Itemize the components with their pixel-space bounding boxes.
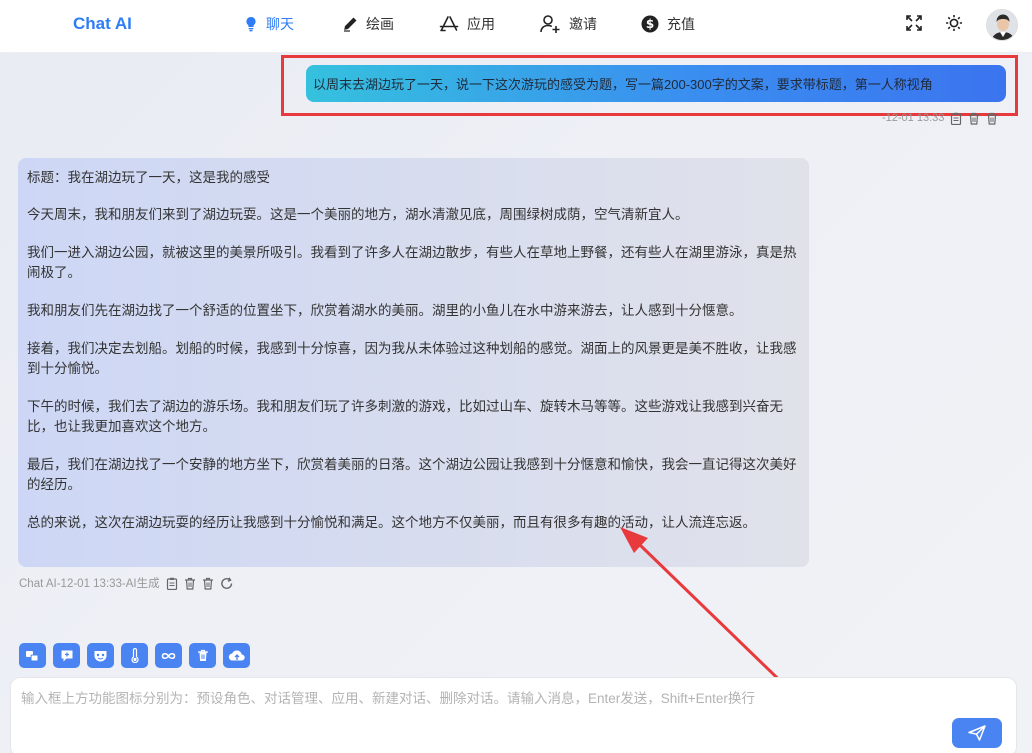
nav-chat-label: 聊天 [266, 16, 294, 32]
infinite-button[interactable] [155, 643, 182, 668]
nav-draw-label: 绘画 [366, 16, 394, 32]
delete-icon [197, 649, 208, 661]
svg-text:$: $ [646, 17, 654, 31]
app-mask-icon [94, 650, 107, 661]
nav-apps[interactable]: 应用 [439, 13, 495, 35]
ai-paragraph: 我和朋友们先在湖边找了一个舒适的位置坐下，欣赏着湖水的美丽。湖里的小鱼儿在水中游… [27, 303, 743, 318]
nav-invite-label: 邀请 [569, 16, 597, 32]
avatar-portrait-icon [987, 10, 1017, 40]
ai-paragraph: 下午的时候，我们去了湖边的游乐场。我和朋友们玩了许多刺激的游戏，比如过山车、旋转… [27, 399, 783, 434]
delete-chat-button[interactable] [189, 643, 216, 668]
ai-message-bubble: 标题：我在湖边玩了一天，这是我的感受 今天周末，我和朋友们来到了湖边玩耍。这是一… [18, 158, 809, 567]
message-input-box [10, 677, 1017, 753]
send-icon [968, 725, 986, 741]
delete-icon[interactable] [184, 577, 196, 590]
temperature-icon [130, 648, 139, 663]
ai-message-meta: Chat AI-12-01 13:33-AI生成 [19, 575, 234, 591]
app-store-icon [439, 16, 459, 32]
cloud-upload-button[interactable] [223, 643, 250, 668]
dollar-icon: $ [641, 15, 659, 33]
chat-manage-icon [61, 650, 72, 661]
cloud-upload-icon [228, 649, 245, 661]
delete-icon[interactable] [986, 112, 998, 125]
ai-paragraph: 接着，我们决定去划船。划船的时候，我感到十分惊喜，因为我从未体验过这种划船的感觉… [27, 341, 797, 376]
user-message-time: -12-01 13:33 [882, 112, 945, 124]
copy-icon[interactable] [950, 112, 962, 125]
user-avatar[interactable] [986, 9, 1018, 41]
copy-icon[interactable] [166, 577, 178, 590]
temperature-button[interactable] [121, 643, 148, 668]
user-message-text: 以周末去湖边玩了一天，说一下这次游玩的感受为题，写一篇200-300字的文案，要… [313, 77, 933, 92]
theme-sun-icon[interactable] [945, 14, 963, 32]
nav-draw[interactable]: 绘画 [342, 13, 394, 35]
delete-icon[interactable] [202, 577, 214, 590]
preset-role-button[interactable] [19, 643, 46, 668]
fullscreen-icon[interactable] [905, 14, 923, 32]
ai-message-time: Chat AI-12-01 13:33-AI生成 [19, 578, 160, 590]
refresh-icon[interactable] [220, 576, 234, 590]
delete-icon[interactable] [968, 112, 980, 125]
chat-manage-button[interactable] [53, 643, 80, 668]
message-input[interactable] [21, 687, 941, 727]
input-toolbar [19, 643, 250, 668]
nav-recharge-label: 充值 [667, 16, 695, 32]
ai-paragraph: 今天周末，我和朋友们来到了湖边玩耍。这是一个美丽的地方，湖水清澈见底，周围绿树成… [27, 207, 689, 222]
top-header: Chat AI 聊天 绘画 应用 邀请 $ 充值 [0, 0, 1032, 53]
nav-chat[interactable]: 聊天 [244, 13, 294, 35]
send-button[interactable] [952, 718, 1002, 748]
pen-icon [344, 17, 357, 32]
nav-apps-label: 应用 [467, 16, 495, 32]
brand-logo[interactable]: Chat AI [73, 14, 132, 34]
user-message-bubble: 以周末去湖边玩了一天，说一下这次游玩的感受为题，写一篇200-300字的文案，要… [306, 65, 1006, 102]
ai-title: 标题：我在湖边玩了一天，这是我的感受 [27, 170, 270, 185]
user-message-meta: -12-01 13:33 [882, 110, 998, 126]
nav-invite[interactable]: 邀请 [539, 13, 597, 35]
lightbulb-icon [246, 16, 256, 32]
app-mask-button[interactable] [87, 643, 114, 668]
ai-paragraph: 最后，我们在湖边找了一个安静的地方坐下，欣赏着美丽的日落。这个湖边公园让我感到十… [27, 457, 797, 492]
ai-paragraph: 总的来说，这次在湖边玩耍的经历让我感到十分愉悦和满足。这个地方不仅美丽，而且有很… [27, 515, 756, 530]
add-user-icon [540, 15, 560, 33]
ai-paragraph: 我们一进入湖边公园，就被这里的美景所吸引。我看到了许多人在湖边散步，有些人在草地… [27, 245, 797, 280]
infinite-icon [161, 652, 176, 659]
preset-role-icon [26, 650, 39, 661]
nav-recharge[interactable]: $ 充值 [641, 13, 695, 35]
